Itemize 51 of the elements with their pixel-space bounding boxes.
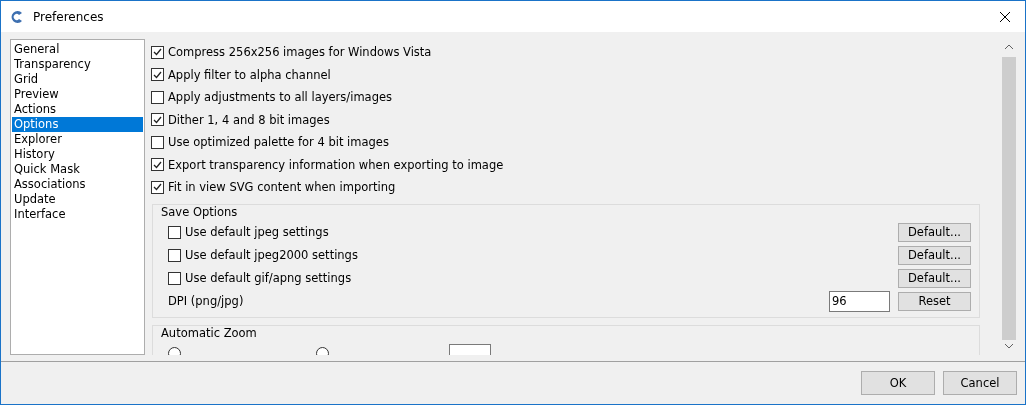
checkbox[interactable]: [151, 113, 164, 127]
group-title: Automatic Zoom: [160, 325, 258, 340]
option-label: Apply filter to alpha channel: [168, 67, 331, 82]
option-label: Use default gif/apng settings: [185, 271, 352, 285]
category-item[interactable]: Transparency: [12, 57, 143, 72]
category-item[interactable]: Quick Mask: [12, 162, 143, 177]
default-button[interactable]: Default...: [898, 268, 971, 288]
category-item[interactable]: General: [12, 42, 143, 57]
category-item[interactable]: History: [12, 147, 143, 162]
checkbox[interactable]: [151, 45, 164, 59]
category-item[interactable]: Options: [12, 117, 143, 132]
checkbox[interactable]: [168, 271, 181, 285]
dpi-field[interactable]: 96: [829, 290, 890, 312]
scroll-down-icon: [1004, 344, 1013, 349]
checkmark-icon: [153, 70, 162, 79]
group-title: Save Options: [160, 204, 239, 219]
checkbox[interactable]: [151, 180, 164, 194]
option-label: Dither 1, 4 and 8 bit images: [168, 112, 330, 127]
option-label: Use optimized palette for 4 bit images: [168, 135, 389, 150]
checkmark-icon: [153, 48, 162, 57]
option-label: Apply adjustments to all layers/images: [168, 90, 392, 105]
checkbox[interactable]: [151, 90, 164, 104]
checkmark-icon: [153, 115, 162, 124]
field-label: DPI (png/jpg): [168, 294, 244, 308]
checkbox[interactable]: [151, 68, 164, 82]
close-icon: [999, 10, 1011, 23]
option-label: Export transparency information when exporting to image: [168, 157, 504, 172]
category-item[interactable]: Associations: [12, 177, 143, 192]
reset-button[interactable]: Reset: [898, 291, 971, 311]
checkbox[interactable]: [151, 158, 164, 172]
checkbox[interactable]: [151, 135, 164, 149]
window-title: Preferences: [33, 9, 105, 24]
option-label: Fit in view SVG content when importing: [168, 180, 396, 195]
option-label: Use default jpeg2000 settings: [185, 248, 358, 262]
checkbox[interactable]: [168, 225, 181, 239]
default-button[interactable]: Default...: [898, 245, 971, 265]
option-label: Use default jpeg settings: [185, 225, 329, 239]
default-button[interactable]: Default...: [898, 222, 971, 242]
scroll-up-icon: [1004, 44, 1013, 49]
category-item[interactable]: Explorer: [12, 132, 143, 147]
category-item[interactable]: Interface: [12, 207, 143, 222]
checkmark-icon: [153, 183, 162, 192]
dialog-button[interactable]: OK: [861, 371, 935, 395]
category-item[interactable]: Actions: [12, 102, 143, 117]
category-item[interactable]: Grid: [12, 72, 143, 87]
option-label: Compress 256x256 images for Windows Vista: [168, 45, 432, 60]
checkmark-icon: [153, 160, 162, 169]
checkbox[interactable]: [168, 248, 181, 262]
category-item[interactable]: Update: [12, 192, 143, 207]
dialog-button[interactable]: Cancel: [943, 371, 1017, 395]
category-item[interactable]: Preview: [12, 87, 143, 102]
